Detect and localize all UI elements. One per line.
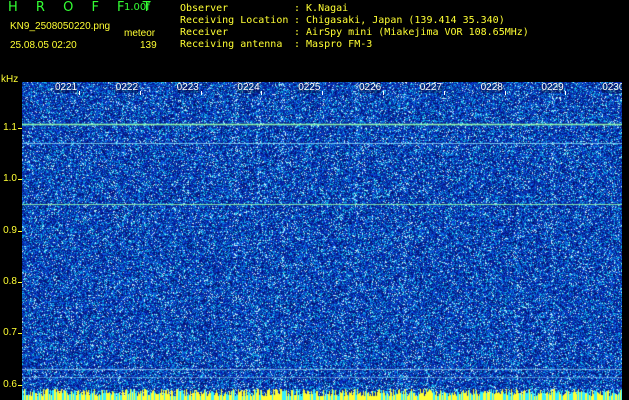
info-key-receiver: Receiver: [180, 27, 229, 38]
time-label: 0229: [541, 82, 564, 93]
info-value-receiver: : AirSpy mini (Miakejima VOR 108.65MHz): [294, 27, 529, 38]
time-label: 0227: [419, 82, 443, 93]
time-label: 0221: [55, 82, 78, 93]
time-label: 0228: [480, 82, 503, 93]
time-tick: [79, 91, 80, 95]
app-version: 1.00f: [124, 2, 150, 13]
time-tick: [140, 91, 141, 95]
time-tick: [201, 91, 202, 95]
y-tick-label: 1.0: [3, 173, 17, 185]
y-tick-label: 0.8: [3, 276, 17, 288]
time-tick: [383, 91, 384, 95]
y-tick-label: 0.7: [3, 327, 17, 339]
y-tick-label: 0.9: [3, 224, 17, 236]
info-value-antenna: : Maspro FM-3: [294, 39, 373, 50]
meteor-label: meteor: [124, 28, 156, 39]
time-tick: [261, 91, 262, 95]
y-tick-label: 1.1: [3, 122, 17, 134]
time-tick: [444, 91, 445, 95]
info-key-location: Receiving Location: [180, 15, 289, 26]
time-label: 0230: [602, 83, 622, 93]
timestamp: 25.08.05 02:20: [10, 40, 77, 51]
time-label: 0225: [298, 82, 321, 93]
time-label: 0226: [359, 82, 382, 93]
time-label: 0224: [237, 82, 260, 93]
info-key-antenna: Receiving antenna: [180, 39, 283, 50]
time-tick: [322, 91, 323, 95]
info-key-observer: Observer: [180, 3, 229, 14]
frequency-axis-unit: kHz: [1, 74, 19, 85]
time-label: 0223: [176, 82, 199, 93]
spectrogram-canvas: [22, 82, 622, 400]
info-value-observer: : K.Nagai: [294, 3, 349, 14]
time-tick: [565, 91, 566, 95]
meteor-count: 139: [140, 40, 157, 51]
file-name: KN9_2508050220.png: [10, 21, 111, 32]
hrofft-window: H R O F F T 1.00f KN9_2508050220.png met…: [0, 0, 629, 400]
info-value-location: : Chigasaki, Japan (139.414 35.340): [294, 15, 505, 26]
y-tick-label: 0.6: [3, 378, 17, 390]
time-label: 0222: [115, 82, 139, 93]
spectrogram-plot: 0221 0222 0223 0224 0225 0226 0227 0228 …: [22, 82, 622, 400]
time-tick: [505, 91, 506, 95]
